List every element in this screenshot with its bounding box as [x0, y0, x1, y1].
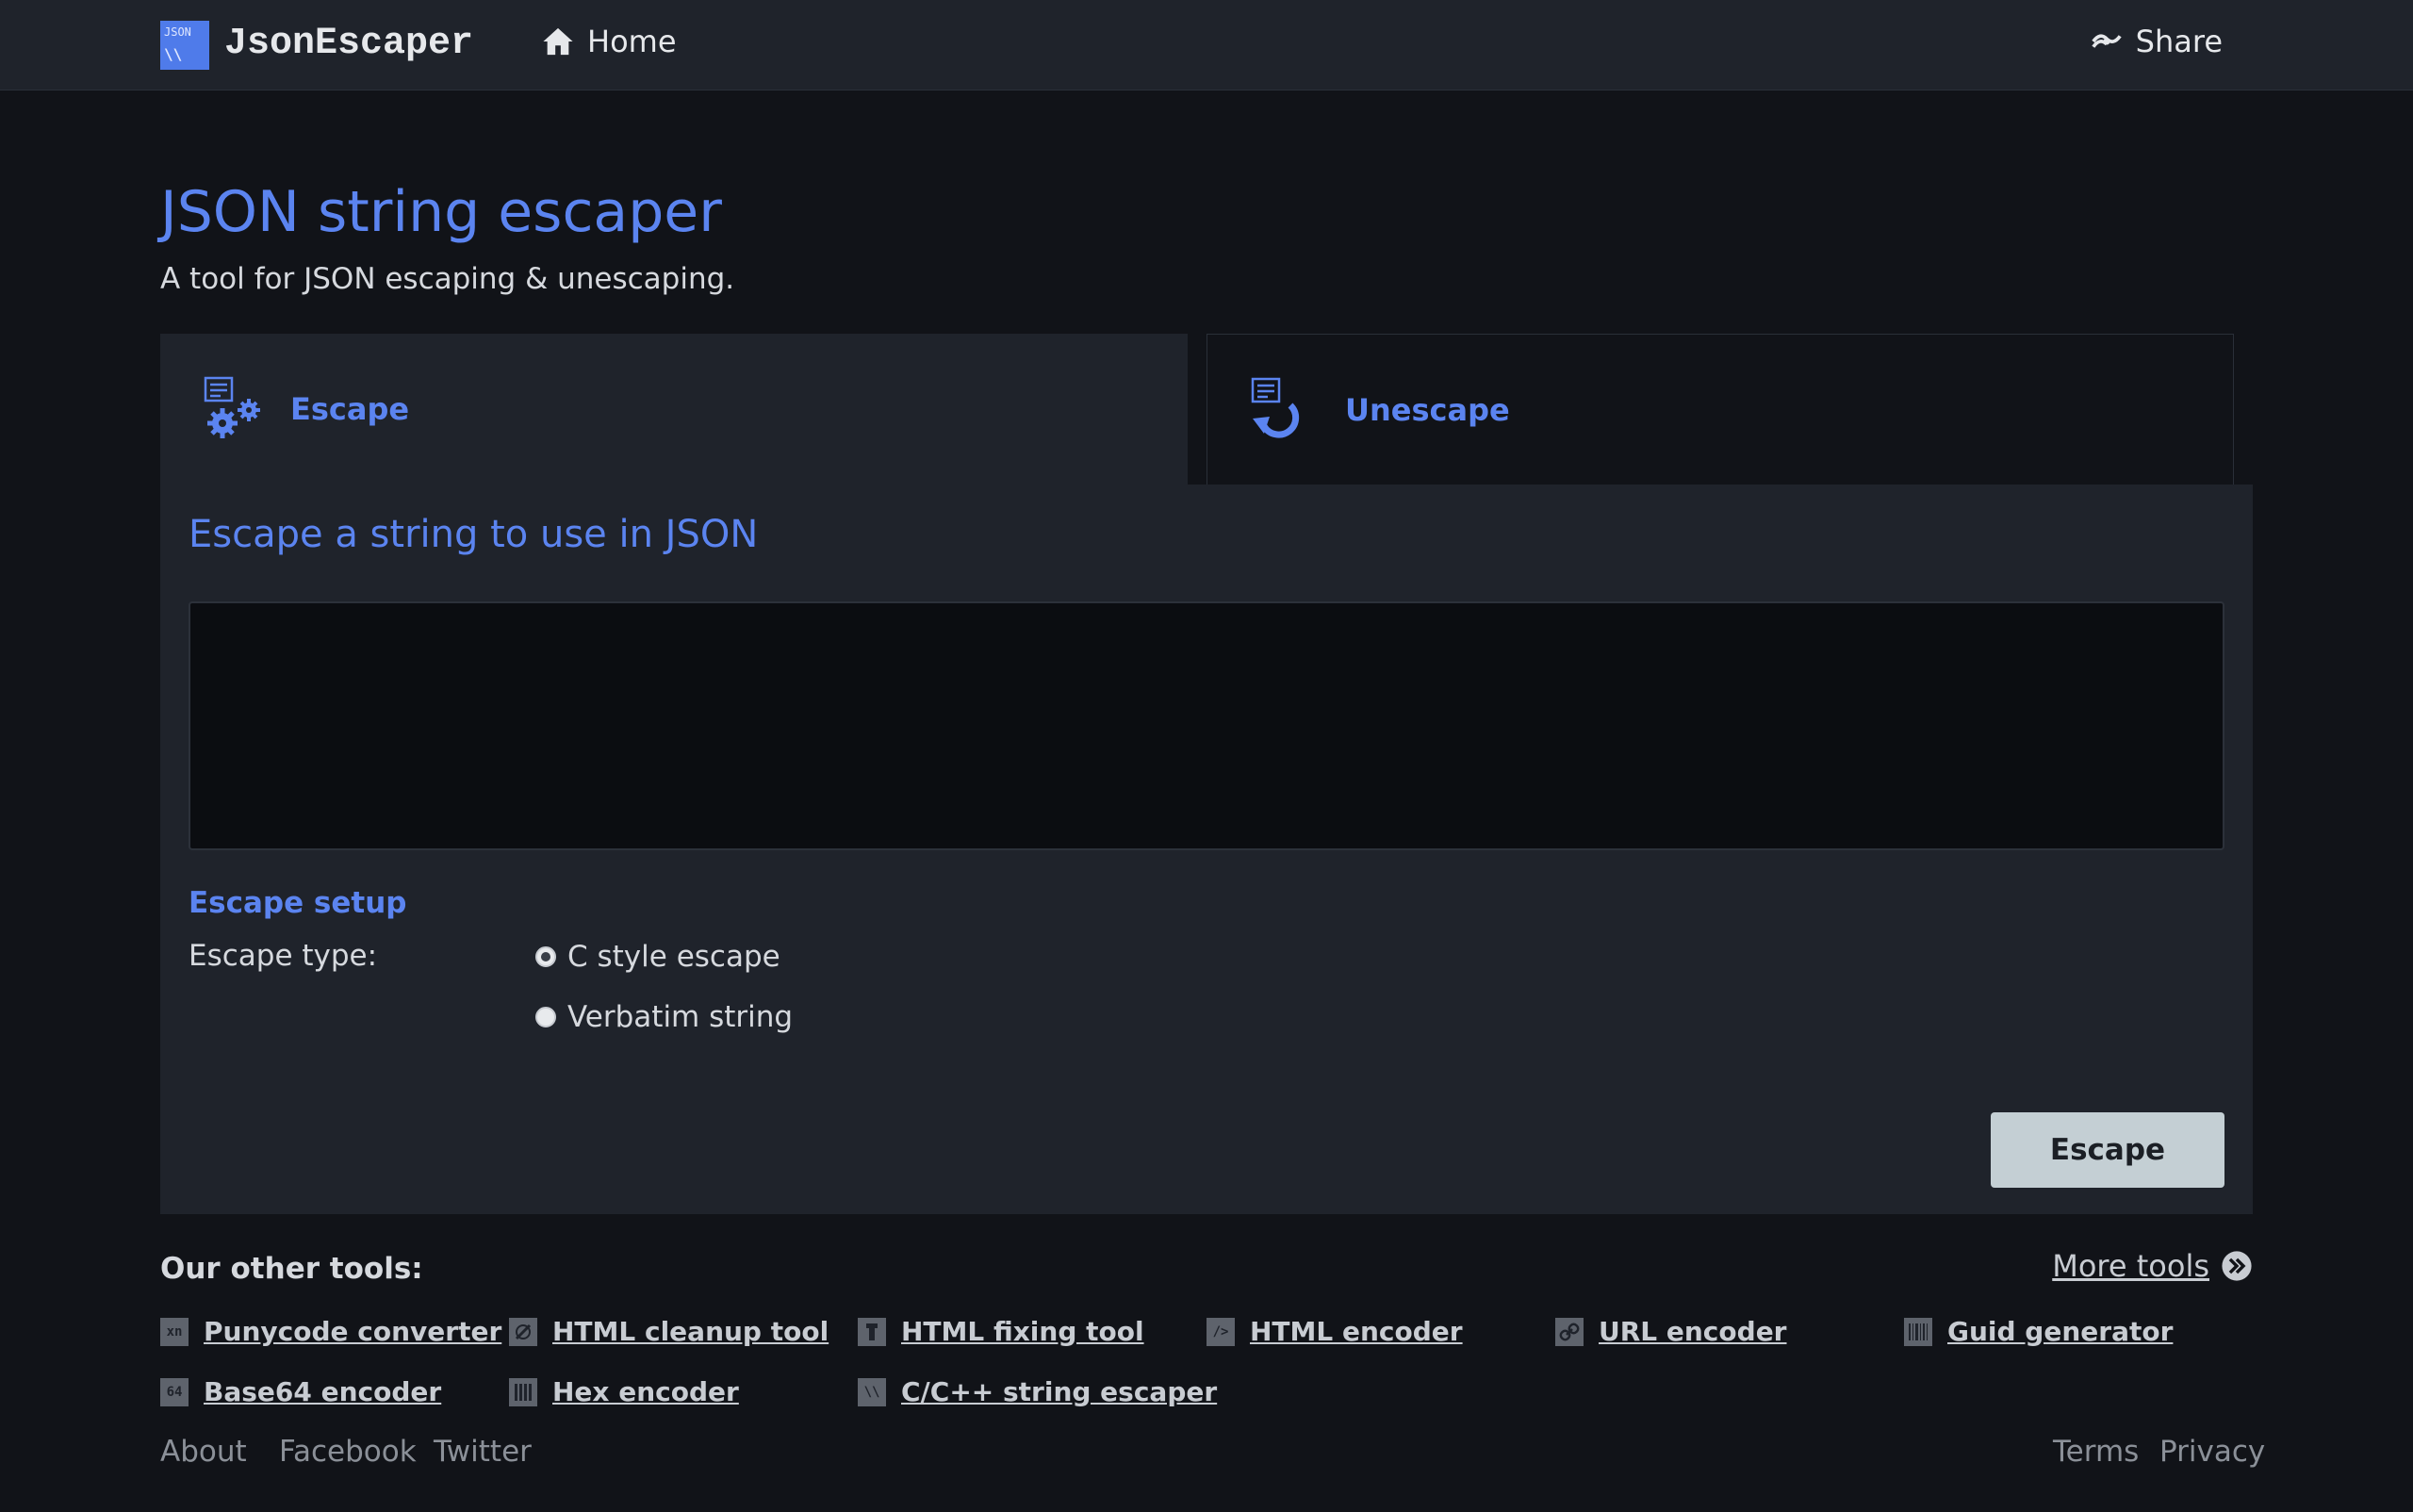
share-button[interactable]: Share	[2091, 24, 2223, 59]
share-icon	[2091, 34, 2122, 48]
footer-terms-link[interactable]: Terms	[2053, 1435, 2139, 1469]
broom-icon	[509, 1317, 537, 1346]
tool-link-guid-generator[interactable]: Guid generator	[1904, 1316, 2173, 1347]
footer-about-link[interactable]: About	[160, 1435, 247, 1469]
tab-unescape-label: Unescape	[1345, 391, 1510, 428]
escape-gears-icon	[204, 376, 260, 438]
tool-label: HTML encoder	[1250, 1316, 1463, 1347]
page-title: JSON string escaper	[160, 179, 722, 245]
home-icon	[543, 27, 573, 56]
hex-grid-icon	[509, 1377, 537, 1406]
logo-text-line1: JSON	[164, 25, 191, 39]
code-tag-icon: />	[1206, 1317, 1235, 1346]
footer-facebook-link[interactable]: Facebook	[279, 1435, 417, 1469]
tool-label: Base64 encoder	[204, 1376, 442, 1407]
tool-label: C/C++ string escaper	[901, 1376, 1218, 1407]
tab-escape-label: Escape	[290, 391, 410, 427]
panel-title: Escape a string to use in JSON	[189, 513, 759, 556]
radio-c-style-label: C style escape	[567, 940, 780, 974]
tool-label: HTML fixing tool	[901, 1316, 1144, 1347]
barcode-icon	[1904, 1317, 1932, 1346]
punycode-icon: xn	[160, 1317, 189, 1346]
tool-label: URL encoder	[1599, 1316, 1787, 1347]
top-navigation-bar: JSON \\ JsonEscaper Home Share	[0, 0, 2413, 90]
more-tools-label: More tools	[2052, 1248, 2209, 1284]
tool-link-c-string-escaper[interactable]: \\ C/C++ string escaper	[858, 1376, 1217, 1407]
tool-link-hex-encoder[interactable]: Hex encoder	[509, 1376, 739, 1407]
logo-icon[interactable]: JSON \\	[160, 21, 209, 70]
footer-privacy-link[interactable]: Privacy	[2159, 1435, 2265, 1469]
tool-link-html-fixing[interactable]: HTML fixing tool	[858, 1316, 1144, 1347]
c-escape-icon: \\	[858, 1377, 886, 1406]
home-link-label: Home	[587, 24, 677, 59]
radio-option-c-style[interactable]: C style escape	[535, 940, 780, 974]
escape-type-label: Escape type:	[189, 939, 378, 973]
tool-label: Hex encoder	[552, 1376, 739, 1407]
tab-unescape[interactable]: Unescape	[1206, 334, 2234, 485]
radio-verbatim-label: Verbatim string	[567, 1000, 794, 1034]
escape-setup-title: Escape setup	[189, 886, 407, 920]
tool-link-html-cleanup[interactable]: HTML cleanup tool	[509, 1316, 829, 1347]
brand-name[interactable]: JsonEscaper	[224, 23, 473, 65]
logo-text-line2: \\	[164, 45, 183, 63]
input-textarea[interactable]	[189, 601, 2224, 850]
double-chevron-right-icon	[2222, 1251, 2252, 1281]
more-tools-link[interactable]: More tools	[2052, 1248, 2253, 1284]
footer-twitter-link[interactable]: Twitter	[434, 1435, 532, 1469]
tool-link-punycode[interactable]: xn Punycode converter	[160, 1316, 501, 1347]
escape-button[interactable]: Escape	[1991, 1112, 2224, 1188]
escape-panel: Escape a string to use in JSON Escape se…	[160, 485, 2253, 1214]
share-label: Share	[2135, 24, 2223, 59]
other-tools-title: Our other tools:	[160, 1252, 423, 1286]
tool-link-url-encoder[interactable]: URL encoder	[1555, 1316, 1787, 1347]
tool-label: HTML cleanup tool	[552, 1316, 829, 1347]
page-subtitle: A tool for JSON escaping & unescaping.	[160, 262, 735, 296]
tool-link-base64[interactable]: 64 Base64 encoder	[160, 1376, 441, 1407]
wrench-icon	[858, 1317, 886, 1346]
base64-icon: 64	[160, 1377, 189, 1406]
radio-c-style[interactable]	[535, 946, 556, 967]
tab-escape[interactable]: Escape	[160, 334, 1188, 485]
radio-option-verbatim[interactable]: Verbatim string	[535, 1000, 793, 1034]
home-link[interactable]: Home	[542, 24, 677, 59]
radio-verbatim[interactable]	[535, 1007, 556, 1027]
tool-label: Guid generator	[1947, 1316, 2174, 1347]
link-icon	[1555, 1317, 1584, 1346]
tool-label: Punycode converter	[204, 1316, 502, 1347]
tool-link-html-encoder[interactable]: /> HTML encoder	[1206, 1316, 1463, 1347]
unescape-arrow-icon	[1251, 377, 1300, 438]
